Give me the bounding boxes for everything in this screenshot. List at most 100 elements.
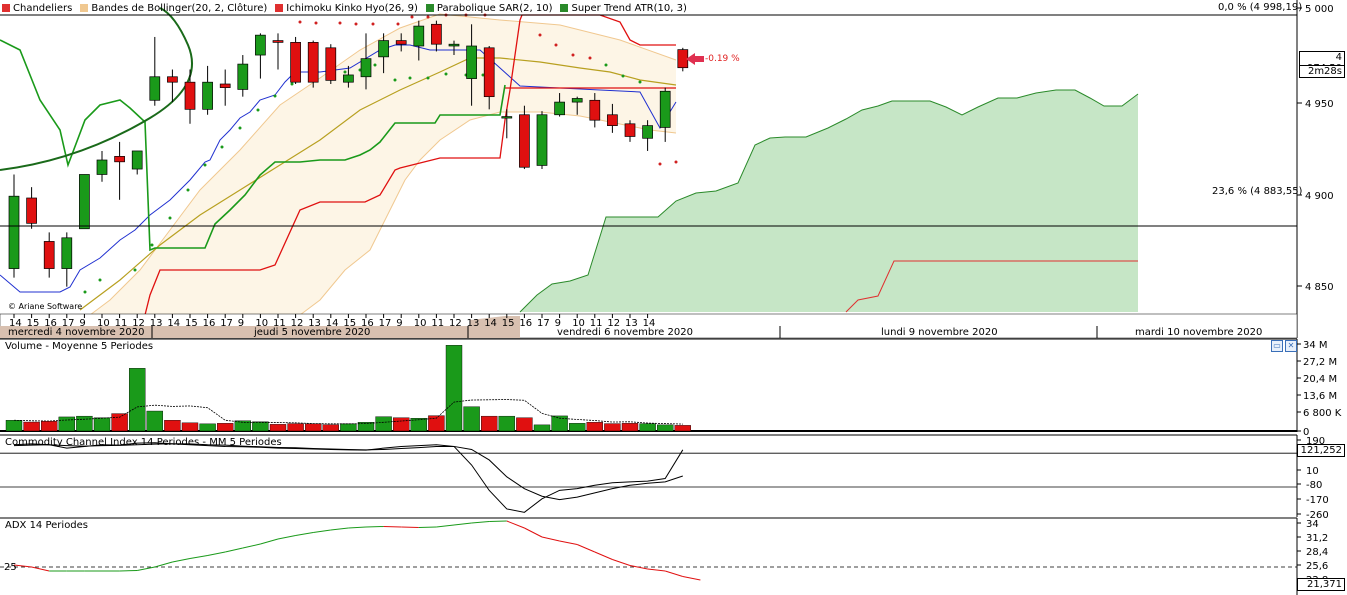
legend-swatch: [80, 4, 89, 12]
sar-dot: [588, 56, 592, 60]
adx-segment: [383, 526, 402, 528]
cci-ma-line: [13, 443, 683, 501]
time-tick-label: 17: [220, 318, 233, 329]
adx-segment: [172, 558, 191, 563]
candle-body: [272, 40, 284, 43]
price-tick-label: 4 850: [1305, 282, 1334, 293]
legend-item[interactable]: Bandes de Bollinger(20, 2, Clôture): [80, 3, 267, 14]
volume-bar: [146, 410, 164, 432]
legend-label: Ichimoku Kinko Hyo(26, 9): [286, 2, 418, 14]
adx-segment: [559, 540, 578, 545]
legend-label: Super Trend ATR(10, 3): [571, 2, 687, 14]
sar-dot: [674, 160, 678, 164]
adx-segment: [154, 561, 173, 568]
adx-panel-title: ADX 14 Periodes: [5, 520, 89, 531]
minimize-panel-button[interactable]: ▭: [1271, 340, 1283, 352]
volume-bar: [164, 420, 181, 432]
time-tick-label: 17: [379, 318, 392, 329]
price-tick-label: 5 000: [1305, 4, 1334, 15]
time-tick-label: 17: [537, 318, 550, 329]
time-tick-label: 11: [431, 318, 444, 329]
volume-bar: [621, 423, 639, 432]
candle-body: [466, 45, 477, 79]
sar-dot: [410, 15, 414, 19]
sar-dot: [538, 33, 542, 37]
date-label: lundi 9 novembre 2020: [881, 327, 998, 338]
adx-segment: [453, 522, 472, 526]
volume-bar: [481, 415, 498, 432]
fibo-0-label: 0,0 % (4 998,19): [1218, 2, 1303, 13]
sar-dot: [373, 63, 377, 67]
adx-tick-label: 34: [1306, 519, 1319, 530]
time-tick-label: 15: [502, 318, 515, 329]
sar-dot: [396, 22, 400, 26]
time-tick-label: 16: [519, 318, 532, 329]
adx-segment: [665, 570, 683, 577]
volume-bar: [357, 422, 375, 432]
candle-body: [607, 114, 618, 126]
sar-dot: [393, 78, 397, 82]
volume-bar: [516, 417, 533, 432]
candle-body: [96, 159, 108, 175]
volume-bar: [128, 368, 146, 432]
candle-body: [659, 90, 671, 128]
volume-bar: [674, 425, 691, 432]
adx-segment: [541, 536, 560, 542]
volume-tick-label: 27,2 M: [1303, 357, 1337, 368]
candle-body: [149, 76, 161, 101]
copyright-text: © Ariane Software: [8, 302, 83, 311]
candle-body: [325, 47, 337, 81]
candle-body: [448, 43, 460, 47]
sar-dot: [621, 74, 625, 78]
sar-dot: [203, 163, 207, 167]
adx-tick-label: 31,2: [1306, 533, 1328, 544]
fibo-23-label: 23,6 % (4 883,55): [1212, 186, 1303, 197]
volume-bar: [269, 424, 287, 432]
legend-item[interactable]: Parabolique SAR(2, 10): [425, 3, 552, 14]
legend-item[interactable]: Chandeliers: [2, 3, 72, 14]
candle-body: [642, 125, 653, 139]
volume-bar: [111, 413, 128, 432]
adx-segment: [260, 538, 279, 545]
candle-body: [360, 58, 372, 78]
cci-panel-title: Commodity Channel Index 14 Periodes - MM…: [5, 437, 282, 448]
adx-segment: [436, 524, 455, 528]
candle-body: [413, 25, 425, 47]
legend-item[interactable]: Ichimoku Kinko Hyo(26, 9): [275, 3, 418, 14]
candle-body: [290, 42, 301, 83]
sar-dot: [638, 80, 642, 84]
candle-timer-badge: 2m28s: [1299, 65, 1345, 78]
volume-bar: [287, 423, 304, 432]
candle-body: [589, 99, 601, 121]
candle-body: [131, 150, 143, 170]
sar-dot: [186, 188, 190, 192]
date-label: mardi 10 novembre 2020: [1135, 327, 1262, 338]
candle-body: [554, 101, 565, 116]
legend-item[interactable]: Super Trend ATR(10, 3): [560, 2, 687, 14]
sar-dot: [343, 70, 347, 74]
close-panel-button[interactable]: ✕: [1285, 340, 1297, 352]
volume-bar: [498, 415, 515, 432]
sar-dot: [658, 162, 662, 166]
adx-segment: [524, 527, 543, 538]
volume-bar: [199, 423, 216, 432]
sar-dot: [444, 72, 448, 76]
legend-swatch: [275, 4, 284, 12]
cci-tick-label: -170: [1306, 495, 1329, 506]
date-label: vendredi 6 novembre 2020: [557, 327, 693, 338]
volume-bar: [375, 416, 392, 432]
volume-bar: [445, 345, 463, 432]
sar-dot: [314, 21, 318, 25]
sar-dot: [354, 22, 358, 26]
volume-bar: [657, 424, 674, 432]
volume-tick-label: 13,6 M: [1303, 391, 1337, 402]
sar-dot: [133, 268, 137, 272]
adx-segment: [594, 551, 613, 560]
candle-body: [343, 74, 354, 83]
volume-bar: [586, 422, 603, 432]
trading-chart[interactable]: 5 000 4 950 4 900 4 850 14 15 16 17 9 10 11 12 13 14 1…: [0, 0, 1347, 595]
time-tick-label: 12: [449, 318, 462, 329]
adx-segment: [189, 555, 208, 559]
candle-body: [501, 116, 513, 119]
volume-bar: [322, 424, 339, 432]
